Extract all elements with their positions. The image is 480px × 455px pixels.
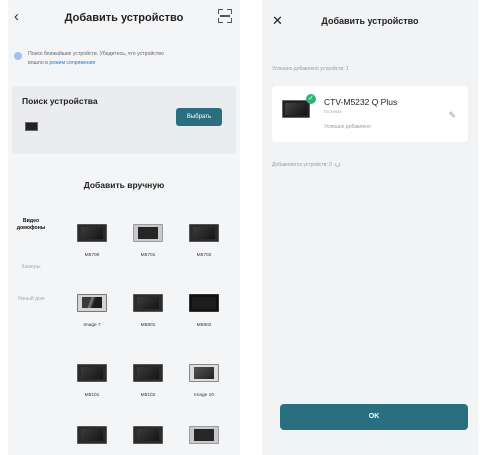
device-image: [189, 364, 219, 382]
category-cameras[interactable]: Камеры: [8, 264, 54, 271]
device-tile[interactable]: [182, 426, 226, 455]
pairing-mode-link[interactable]: режим сопряжения: [49, 60, 95, 66]
category-smart-home[interactable]: Умный дом: [8, 296, 54, 303]
device-tile[interactable]: M5902: [182, 294, 226, 344]
device-label: M5801: [140, 323, 156, 328]
device-tile[interactable]: M5101: [70, 364, 114, 414]
device-label: M5101: [84, 393, 100, 398]
device-label: M5700: [84, 253, 100, 258]
device-tile[interactable]: [126, 426, 170, 455]
add-device-screen: ‹ Добавить устройство Поиск ближайших ус…: [8, 0, 240, 455]
adding-count-label: Добавляется устройств: 0: [272, 162, 332, 168]
device-image: [189, 426, 219, 444]
edit-icon[interactable]: ✎: [448, 110, 456, 121]
device-name: CTV-M5232 Q Plus: [324, 97, 398, 107]
device-image: [133, 364, 163, 382]
device-label: Image 10: [193, 393, 214, 398]
device-image: [282, 100, 310, 118]
device-image: [77, 426, 107, 444]
pairing-info: Поиск ближайших устройств. Убедитесь, чт…: [14, 50, 234, 80]
device-tile[interactable]: Image 10: [182, 364, 226, 414]
device-added-screen: ✕ Добавить устройство Успешно добавлено …: [262, 0, 478, 455]
device-tile[interactable]: M5701: [126, 224, 170, 274]
device-image: [133, 224, 163, 242]
device-tile[interactable]: M5700: [70, 224, 114, 274]
device-status: Успешно добавлено: [324, 124, 371, 130]
info-icon: [14, 52, 22, 60]
add-manually-heading: Добавить вручную: [83, 180, 165, 190]
page-title: Добавить устройство: [321, 16, 419, 26]
added-count-heading: Успешно добавлено устройств: 1: [272, 66, 349, 72]
select-button[interactable]: Выбрать: [176, 108, 222, 126]
device-label: M5702: [196, 253, 212, 258]
device-tile[interactable]: Image 7: [70, 294, 114, 344]
device-image: [189, 224, 219, 242]
found-device-thumbnail: [25, 122, 38, 131]
adding-status: Добавляется устройств: 0: [272, 162, 340, 168]
device-image: [189, 294, 219, 312]
device-tile[interactable]: M5801: [126, 294, 170, 344]
top-bar: ‹ Добавить устройство: [8, 0, 240, 36]
device-label: M5701: [140, 253, 156, 258]
device-image: [133, 426, 163, 444]
check-icon: ✓: [306, 94, 316, 104]
category-video-intercoms[interactable]: Видео домофоны: [8, 218, 54, 232]
scan-icon[interactable]: [218, 9, 232, 23]
device-label: Image 7: [83, 323, 101, 328]
device-room: Гостиная: [324, 109, 342, 114]
device-image: [77, 224, 107, 242]
info-text-line1: Поиск ближайших устройств. Убедитесь, чт…: [28, 51, 164, 57]
ok-button[interactable]: OK: [280, 404, 468, 430]
search-title: Поиск устройства: [22, 96, 98, 106]
page-title: Добавить устройство: [64, 12, 184, 24]
info-text-line2: вошло в: [28, 60, 50, 66]
device-label: M5902: [196, 323, 212, 328]
device-tile[interactable]: M5102: [126, 364, 170, 414]
device-image: [77, 294, 107, 312]
device-image: [133, 294, 163, 312]
device-tile[interactable]: [70, 426, 114, 455]
device-grid: M5700 M5701 M5702 Image 7 M5801 M5902 M5…: [70, 224, 234, 455]
device-label: M5102: [140, 393, 156, 398]
device-search-card: Поиск устройства Выбрать: [12, 86, 236, 154]
device-tile[interactable]: M5702: [182, 224, 226, 274]
added-device-card[interactable]: ✓ CTV-M5232 Q Plus Гостиная Успешно доба…: [272, 86, 468, 142]
device-image: [77, 364, 107, 382]
spinner-icon: [334, 162, 340, 167]
